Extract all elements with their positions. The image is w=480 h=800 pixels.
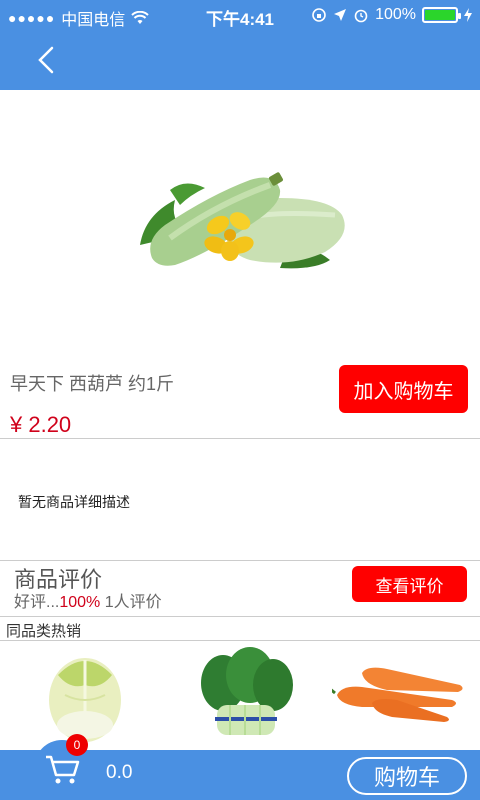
divider: [0, 560, 480, 561]
cart-badge: 0: [66, 734, 88, 756]
cart-checkout-button[interactable]: 购物车: [347, 757, 467, 795]
chevron-left-icon: [38, 46, 54, 74]
related-title: 同品类热销: [6, 623, 82, 640]
product-image: [140, 172, 345, 269]
status-right: 100%: [311, 6, 472, 24]
battery-icon: [422, 7, 461, 23]
related-item-carrots[interactable]: [332, 645, 467, 745]
divider: [0, 640, 480, 641]
cart-total: 0.0: [106, 762, 133, 783]
divider: [0, 438, 480, 439]
status-bar: ●●●●● 中国电信 下午4:41 100%: [0, 0, 480, 30]
good-review-rate: 100%: [59, 594, 101, 611]
add-to-cart-button[interactable]: 加入购物车: [339, 365, 468, 413]
battery-label: 100%: [375, 6, 416, 23]
location-icon: [334, 9, 347, 21]
divider: [0, 616, 480, 617]
rotation-lock-icon: [312, 8, 326, 22]
product-price: ¥ 2.20: [10, 412, 72, 437]
review-count: 1人评价: [104, 594, 162, 611]
related-item-napa-cabbage[interactable]: [40, 645, 130, 745]
related-item-bok-choy[interactable]: [195, 645, 295, 745]
alarm-icon: [354, 9, 368, 23]
product-description: 暂无商品详细描述: [18, 494, 130, 510]
view-reviews-button[interactable]: 查看评价: [352, 566, 467, 602]
good-review-label: 好评...: [14, 594, 60, 611]
product-name: 早天下 西葫芦 约1斤: [10, 374, 175, 394]
nav-bar: [0, 30, 480, 90]
charging-icon: [464, 8, 472, 22]
reviews-summary: 好评...100% 1人评价: [14, 588, 162, 612]
back-button[interactable]: [30, 42, 66, 78]
